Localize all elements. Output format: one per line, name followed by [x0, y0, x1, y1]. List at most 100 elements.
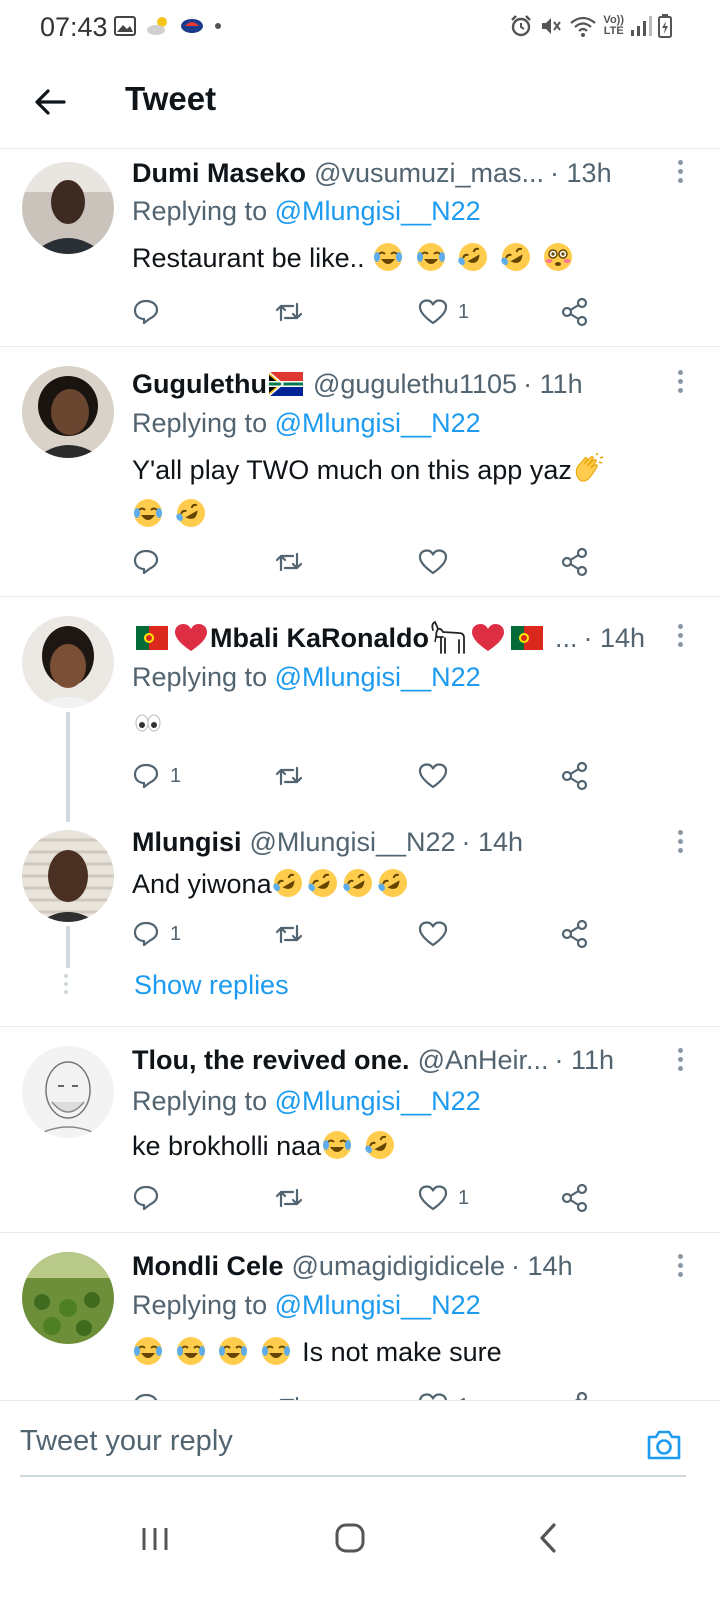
joy-emoji-icon: [176, 1337, 205, 1365]
system-back-icon[interactable]: [534, 1522, 564, 1554]
like-button[interactable]: 1: [418, 1180, 469, 1216]
reply-button[interactable]: [132, 1388, 170, 1400]
mention-link[interactable]: @Mlungisi__N22: [275, 1290, 481, 1320]
tweet-header: Mondli Cele @umagidigidicele · 14h: [132, 1246, 670, 1286]
reply-button[interactable]: [132, 294, 170, 330]
reply-button[interactable]: [132, 1180, 170, 1216]
more-options-icon[interactable]: [678, 830, 684, 857]
tweet-item[interactable]: Tlou, the revived one. @AnHeir... · 11h …: [0, 1026, 720, 1233]
avatar[interactable]: [22, 830, 114, 922]
author-handle[interactable]: @Mlungisi__N22: [250, 827, 456, 858]
reply-button[interactable]: 1: [132, 758, 181, 794]
retweet-button[interactable]: [274, 544, 304, 580]
reply-icon: [133, 299, 159, 325]
tweet-item[interactable]: Dumi Maseko @vusumuzi_mas... · 13h Reply…: [0, 150, 720, 347]
like-button[interactable]: [418, 758, 458, 794]
author-handle[interactable]: @vusumuzi_mas...: [314, 158, 544, 189]
share-button[interactable]: [560, 1388, 590, 1400]
mention-link[interactable]: @Mlungisi__N22: [275, 196, 481, 226]
retweet-icon: [275, 924, 303, 944]
tweet-text: ke brokholli naa: [132, 1124, 680, 1168]
share-button[interactable]: [560, 294, 590, 330]
retweet-icon: [279, 1396, 299, 1400]
heart-icon: [418, 921, 448, 947]
share-button[interactable]: [560, 758, 590, 794]
tweet-actions: 1: [132, 294, 602, 330]
tweet-text: [132, 702, 680, 746]
retweet-button[interactable]: [274, 758, 304, 794]
camera-icon[interactable]: [644, 1425, 684, 1465]
weather-notification-icon: [147, 17, 167, 35]
more-options-icon[interactable]: [678, 1048, 684, 1075]
show-replies-link[interactable]: Show replies: [134, 970, 289, 1001]
author-name[interactable]: Mondli Cele: [132, 1251, 284, 1282]
tweet-header: Tlou, the revived one. @AnHeir... · 11h: [132, 1040, 670, 1080]
joy-emoji-icon: [416, 243, 445, 271]
thread-item[interactable]: Mbali KaRonaldo ... · 14h Replying to @M…: [0, 596, 720, 1027]
avatar[interactable]: [22, 616, 114, 708]
rofl-emoji-icon: [307, 869, 337, 897]
share-button[interactable]: [560, 1180, 590, 1216]
replying-to-label: Replying to: [132, 1290, 268, 1320]
avatar[interactable]: [22, 366, 114, 458]
share-icon: [561, 919, 588, 949]
tweet-header: Dumi Maseko @vusumuzi_mas... · 13h: [132, 153, 670, 193]
like-button[interactable]: 1: [418, 1388, 469, 1400]
mute-icon: [542, 18, 562, 34]
replying-to-label: Replying to: [132, 196, 268, 226]
tweet-time: · 11h: [523, 368, 583, 399]
replying-to: Replying to @Mlungisi__N22: [132, 408, 481, 439]
author-name[interactable]: Mlungisi: [132, 827, 242, 858]
replying-to-label: Replying to: [132, 662, 268, 692]
tweet-item[interactable]: Mondli Cele @umagidigidicele · 14h Reply…: [0, 1232, 720, 1400]
author-handle[interactable]: @AnHeir...: [418, 1045, 549, 1076]
author-handle[interactable]: ...: [555, 623, 578, 654]
retweet-button[interactable]: [274, 1180, 304, 1216]
author-name[interactable]: Mbali KaRonaldo: [210, 623, 429, 654]
like-button[interactable]: [418, 916, 458, 952]
heart-icon: [418, 549, 448, 575]
tweet-item[interactable]: Gugulethu @gugulethu1105 · 11h Replying …: [0, 346, 720, 597]
more-options-icon[interactable]: [678, 160, 684, 187]
tweet-text: Restaurant be like..: [132, 236, 680, 280]
recent-apps-icon[interactable]: [140, 1524, 170, 1554]
replying-to-label: Replying to: [132, 1086, 268, 1116]
reply-button[interactable]: 1: [132, 916, 181, 952]
avatar[interactable]: [22, 162, 114, 254]
tweet-text-content: Y'all play TWO much on this app yaz: [132, 455, 572, 485]
joy-emoji-icon: [374, 243, 403, 271]
portugal-flag-emoji-icon: [136, 626, 168, 650]
tweet-time: · 14h: [461, 826, 524, 857]
author-handle[interactable]: @umagidigidicele: [292, 1251, 506, 1282]
more-options-icon[interactable]: [678, 624, 684, 651]
author-name[interactable]: Gugulethu: [132, 369, 267, 400]
reply-input[interactable]: Tweet your reply: [20, 1425, 233, 1458]
reply-button[interactable]: [132, 544, 170, 580]
volte-indicator: Vo)) LTE: [603, 14, 624, 37]
author-name[interactable]: Dumi Maseko: [132, 158, 306, 189]
retweet-button[interactable]: [274, 1388, 304, 1400]
author-name[interactable]: Tlou, the revived one.: [132, 1045, 410, 1076]
like-button[interactable]: 1: [418, 294, 469, 330]
more-options-icon[interactable]: [678, 370, 684, 397]
more-options-icon[interactable]: [678, 1254, 684, 1281]
retweet-button[interactable]: [274, 916, 304, 952]
reply-icon: [133, 549, 159, 575]
share-button[interactable]: [560, 544, 590, 580]
back-arrow-icon[interactable]: [30, 82, 70, 122]
replying-to: Replying to @Mlungisi__N22: [132, 1290, 481, 1321]
mention-link[interactable]: @Mlungisi__N22: [275, 408, 481, 438]
home-icon[interactable]: [334, 1522, 366, 1554]
reply-icon: [133, 763, 159, 789]
rofl-emoji-icon: [377, 869, 407, 897]
like-button[interactable]: [418, 544, 458, 580]
author-handle[interactable]: @gugulethu1105: [313, 369, 517, 400]
share-button[interactable]: [560, 916, 590, 952]
mention-link[interactable]: @Mlungisi__N22: [275, 662, 481, 692]
rofl-emoji-icon: [272, 869, 302, 897]
retweet-button[interactable]: [274, 294, 304, 330]
avatar[interactable]: [22, 1046, 114, 1138]
mention-link[interactable]: @Mlungisi__N22: [275, 1086, 481, 1116]
avatar[interactable]: [22, 1252, 114, 1344]
signal-icon: [631, 16, 652, 36]
